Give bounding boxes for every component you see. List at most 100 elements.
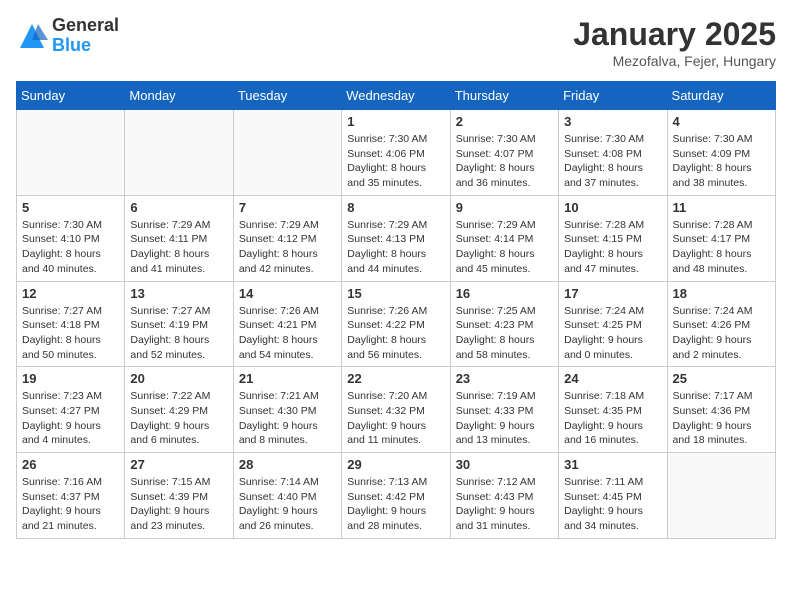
calendar-cell: 31Sunrise: 7:11 AM Sunset: 4:45 PM Dayli… <box>559 453 667 539</box>
day-info: Sunrise: 7:20 AM Sunset: 4:32 PM Dayligh… <box>347 389 444 448</box>
day-number: 2 <box>456 114 553 129</box>
day-info: Sunrise: 7:30 AM Sunset: 4:07 PM Dayligh… <box>456 132 553 191</box>
calendar-cell: 10 Sunrise: 7:28 AM Sunset: 4:15 PM Dayli… <box>559 195 667 281</box>
calendar-table: SundayMondayTuesdayWednesdayThursdayFrid… <box>16 81 776 539</box>
calendar-week-row: 26Sunrise: 7:16 AM Sunset: 4:37 PM Dayli… <box>17 453 776 539</box>
calendar-cell: 28Sunrise: 7:14 AM Sunset: 4:40 PM Dayli… <box>233 453 341 539</box>
weekday-header-tuesday: Tuesday <box>233 82 341 110</box>
day-number: 25 <box>673 371 770 386</box>
day-info: Sunrise: 7:25 AM Sunset: 4:23 PM Dayligh… <box>456 304 553 363</box>
day-number: 27 <box>130 457 227 472</box>
day-number: 15 <box>347 286 444 301</box>
day-number: 19 <box>22 371 119 386</box>
calendar-cell: 12 Sunrise: 7:27 AM Sunset: 4:18 PM Dayli… <box>17 281 125 367</box>
title-block: January 2025 Mezofalva, Fejer, Hungary <box>573 16 776 69</box>
calendar-cell: 22 Sunrise: 7:20 AM Sunset: 4:32 PM Dayli… <box>342 367 450 453</box>
day-number: 16 <box>456 286 553 301</box>
logo: General Blue <box>16 16 119 56</box>
calendar-cell: 11Sunrise: 7:28 AM Sunset: 4:17 PM Dayli… <box>667 195 775 281</box>
day-info: Sunrise: 7:19 AM Sunset: 4:33 PM Dayligh… <box>456 389 553 448</box>
location-text: Mezofalva, Fejer, Hungary <box>573 53 776 69</box>
day-number: 24 <box>564 371 661 386</box>
logo-blue-text: Blue <box>52 36 119 56</box>
day-number: 9 <box>456 200 553 215</box>
weekday-header-saturday: Saturday <box>667 82 775 110</box>
day-number: 31 <box>564 457 661 472</box>
day-number: 17 <box>564 286 661 301</box>
day-number: 26 <box>22 457 119 472</box>
weekday-header-row: SundayMondayTuesdayWednesdayThursdayFrid… <box>17 82 776 110</box>
calendar-week-row: 19 Sunrise: 7:23 AM Sunset: 4:27 PM Dayli… <box>17 367 776 453</box>
calendar-cell: 15 Sunrise: 7:26 AM Sunset: 4:22 PM Dayli… <box>342 281 450 367</box>
calendar-cell: 3 Sunrise: 7:30 AM Sunset: 4:08 PM Daylig… <box>559 110 667 196</box>
calendar-cell: 30 Sunrise: 7:12 AM Sunset: 4:43 PM Dayli… <box>450 453 558 539</box>
day-info: Sunrise: 7:29 AM Sunset: 4:13 PM Dayligh… <box>347 218 444 277</box>
day-info: Sunrise: 7:30 AM Sunset: 4:08 PM Dayligh… <box>564 132 661 191</box>
calendar-cell: 16 Sunrise: 7:25 AM Sunset: 4:23 PM Dayli… <box>450 281 558 367</box>
day-info: Sunrise: 7:13 AM Sunset: 4:42 PM Dayligh… <box>347 475 444 534</box>
calendar-cell: 7Sunrise: 7:29 AM Sunset: 4:12 PM Daylig… <box>233 195 341 281</box>
calendar-cell: 2 Sunrise: 7:30 AM Sunset: 4:07 PM Daylig… <box>450 110 558 196</box>
day-number: 7 <box>239 200 336 215</box>
calendar-cell: 8 Sunrise: 7:29 AM Sunset: 4:13 PM Daylig… <box>342 195 450 281</box>
day-info: Sunrise: 7:28 AM Sunset: 4:17 PM Dayligh… <box>673 218 770 277</box>
calendar-cell: 18Sunrise: 7:24 AM Sunset: 4:26 PM Dayli… <box>667 281 775 367</box>
day-info: Sunrise: 7:30 AM Sunset: 4:09 PM Dayligh… <box>673 132 770 191</box>
day-info: Sunrise: 7:28 AM Sunset: 4:15 PM Dayligh… <box>564 218 661 277</box>
day-number: 4 <box>673 114 770 129</box>
day-number: 13 <box>130 286 227 301</box>
day-number: 14 <box>239 286 336 301</box>
calendar-cell: 1 Sunrise: 7:30 AM Sunset: 4:06 PM Daylig… <box>342 110 450 196</box>
day-number: 3 <box>564 114 661 129</box>
calendar-week-row: 5Sunrise: 7:30 AM Sunset: 4:10 PM Daylig… <box>17 195 776 281</box>
calendar-cell: 21 Sunrise: 7:21 AM Sunset: 4:30 PM Dayli… <box>233 367 341 453</box>
day-number: 30 <box>456 457 553 472</box>
weekday-header-sunday: Sunday <box>17 82 125 110</box>
day-info: Sunrise: 7:27 AM Sunset: 4:19 PM Dayligh… <box>130 304 227 363</box>
day-info: Sunrise: 7:22 AM Sunset: 4:29 PM Dayligh… <box>130 389 227 448</box>
month-title: January 2025 <box>573 16 776 53</box>
weekday-header-friday: Friday <box>559 82 667 110</box>
calendar-cell: 27Sunrise: 7:15 AM Sunset: 4:39 PM Dayli… <box>125 453 233 539</box>
calendar-cell: 19 Sunrise: 7:23 AM Sunset: 4:27 PM Dayli… <box>17 367 125 453</box>
calendar-cell: 26Sunrise: 7:16 AM Sunset: 4:37 PM Dayli… <box>17 453 125 539</box>
day-info: Sunrise: 7:27 AM Sunset: 4:18 PM Dayligh… <box>22 304 119 363</box>
day-number: 28 <box>239 457 336 472</box>
weekday-header-wednesday: Wednesday <box>342 82 450 110</box>
day-number: 5 <box>22 200 119 215</box>
weekday-header-monday: Monday <box>125 82 233 110</box>
day-number: 20 <box>130 371 227 386</box>
day-info: Sunrise: 7:23 AM Sunset: 4:27 PM Dayligh… <box>22 389 119 448</box>
weekday-header-thursday: Thursday <box>450 82 558 110</box>
calendar-cell <box>233 110 341 196</box>
day-info: Sunrise: 7:21 AM Sunset: 4:30 PM Dayligh… <box>239 389 336 448</box>
calendar-cell: 13 Sunrise: 7:27 AM Sunset: 4:19 PM Dayli… <box>125 281 233 367</box>
logo-general-text: General <box>52 16 119 36</box>
calendar-cell <box>17 110 125 196</box>
calendar-week-row: 12 Sunrise: 7:27 AM Sunset: 4:18 PM Dayli… <box>17 281 776 367</box>
day-info: Sunrise: 7:29 AM Sunset: 4:11 PM Dayligh… <box>130 218 227 277</box>
day-number: 12 <box>22 286 119 301</box>
day-info: Sunrise: 7:24 AM Sunset: 4:25 PM Dayligh… <box>564 304 661 363</box>
day-info: Sunrise: 7:29 AM Sunset: 4:14 PM Dayligh… <box>456 218 553 277</box>
day-info: Sunrise: 7:26 AM Sunset: 4:22 PM Dayligh… <box>347 304 444 363</box>
day-number: 18 <box>673 286 770 301</box>
day-number: 29 <box>347 457 444 472</box>
calendar-cell: 25 Sunrise: 7:17 AM Sunset: 4:36 PM Dayli… <box>667 367 775 453</box>
day-number: 21 <box>239 371 336 386</box>
calendar-cell: 4 Sunrise: 7:30 AM Sunset: 4:09 PM Daylig… <box>667 110 775 196</box>
page-header: General Blue January 2025 Mezofalva, Fej… <box>16 16 776 69</box>
day-info: Sunrise: 7:18 AM Sunset: 4:35 PM Dayligh… <box>564 389 661 448</box>
day-number: 1 <box>347 114 444 129</box>
day-number: 22 <box>347 371 444 386</box>
calendar-cell: 24 Sunrise: 7:18 AM Sunset: 4:35 PM Dayli… <box>559 367 667 453</box>
day-info: Sunrise: 7:17 AM Sunset: 4:36 PM Dayligh… <box>673 389 770 448</box>
calendar-week-row: 1 Sunrise: 7:30 AM Sunset: 4:06 PM Daylig… <box>17 110 776 196</box>
calendar-cell: 9 Sunrise: 7:29 AM Sunset: 4:14 PM Daylig… <box>450 195 558 281</box>
day-number: 8 <box>347 200 444 215</box>
calendar-cell: 5Sunrise: 7:30 AM Sunset: 4:10 PM Daylig… <box>17 195 125 281</box>
day-info: Sunrise: 7:12 AM Sunset: 4:43 PM Dayligh… <box>456 475 553 534</box>
day-info: Sunrise: 7:30 AM Sunset: 4:06 PM Dayligh… <box>347 132 444 191</box>
day-number: 23 <box>456 371 553 386</box>
day-number: 10 <box>564 200 661 215</box>
